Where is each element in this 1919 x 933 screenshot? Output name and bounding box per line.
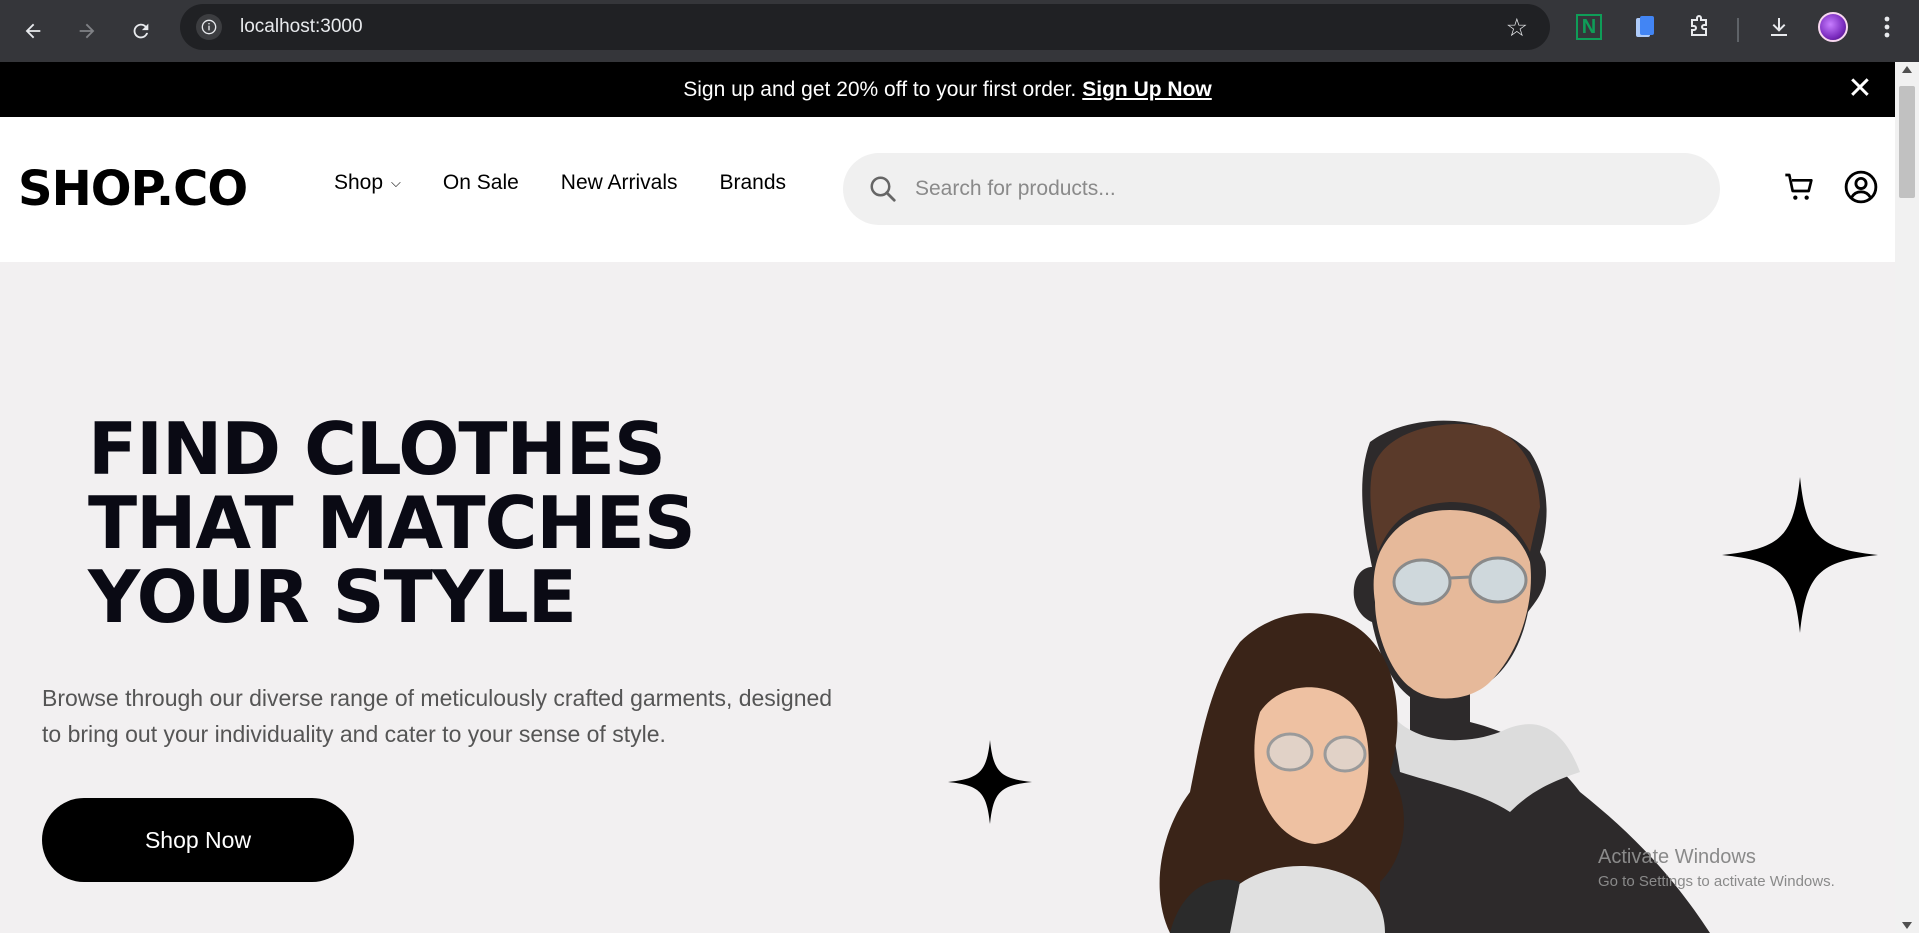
arrow-left-icon (25, 23, 41, 39)
site-info-icon[interactable] (196, 14, 222, 40)
hero-title-line: THAT MATCHES (88, 481, 696, 565)
site-header: SHOP.CO Shop ⌵ On Sale New Arrivals Bran… (0, 117, 1895, 262)
sparkle-icon (948, 740, 1032, 824)
reload-button[interactable] (114, 4, 168, 58)
address-bar[interactable]: localhost:3000 ☆ (180, 4, 1550, 50)
bookmark-star-icon[interactable]: ☆ (1506, 13, 1528, 42)
scroll-up-arrow-icon[interactable] (1902, 66, 1912, 73)
close-icon[interactable]: ✕ (1845, 74, 1875, 104)
back-button[interactable] (6, 4, 60, 58)
user-account-icon[interactable] (1841, 167, 1881, 207)
hero-title-line: FIND CLOTHES (88, 407, 666, 491)
nav-item-label: New Arrivals (560, 171, 678, 194)
search-icon (867, 173, 899, 205)
hero-section: FIND CLOTHES THAT MATCHES YOUR STYLE Bro… (0, 262, 1895, 933)
profile-avatar[interactable] (1816, 10, 1850, 44)
nav-item-label: Shop (334, 171, 384, 194)
page-viewport: Sign up and get 20% off to your first or… (0, 62, 1895, 933)
hero-description-line: to bring out your individuality and cate… (42, 721, 666, 747)
docs-extension-icon[interactable] (1628, 10, 1662, 44)
search-input[interactable] (915, 177, 1675, 201)
promo-text: Sign up and get 20% off to your first or… (683, 77, 1077, 101)
hero-description: Browse through our diverse range of meti… (42, 680, 872, 752)
site-logo[interactable]: SHOP.CO (18, 161, 248, 217)
n-extension-icon[interactable]: N (1572, 10, 1606, 44)
cart-icon[interactable] (1780, 167, 1820, 207)
puzzle-icon[interactable] (1682, 10, 1716, 44)
shop-now-button[interactable]: Shop Now (42, 798, 354, 882)
watermark-title: Activate Windows (1598, 846, 1756, 868)
hero-title-line: YOUR STYLE (88, 555, 577, 639)
hero-title: FIND CLOTHES THAT MATCHES YOUR STYLE (88, 407, 696, 639)
search-bar (843, 153, 1720, 225)
watermark-subtitle: Go to Settings to activate Windows. (1598, 873, 1835, 890)
nav-item-label: Brands (719, 171, 787, 194)
forward-button[interactable] (60, 4, 114, 58)
browser-toolbar: localhost:3000 ☆ N (0, 0, 1919, 62)
download-icon[interactable] (1762, 10, 1796, 44)
nav-item-on-sale[interactable]: On Sale (443, 171, 519, 195)
reload-icon (133, 23, 149, 39)
main-nav: Shop ⌵ On Sale New Arrivals Brands (334, 171, 828, 195)
url-text: localhost:3000 (240, 16, 363, 37)
nav-item-brands[interactable]: Brands (720, 171, 787, 195)
promo-banner: Sign up and get 20% off to your first or… (0, 62, 1895, 117)
sign-up-link[interactable]: Sign Up Now (1082, 78, 1212, 102)
page-scrollbar[interactable] (1895, 62, 1919, 933)
nav-item-shop[interactable]: Shop ⌵ (334, 171, 401, 195)
arrow-right-icon (79, 23, 95, 39)
activate-windows-watermark: Activate Windows Go to Settings to activ… (1598, 846, 1835, 890)
scrollbar-thumb[interactable] (1899, 86, 1915, 198)
nav-item-new-arrivals[interactable]: New Arrivals (561, 171, 678, 195)
scroll-down-arrow-icon[interactable] (1902, 922, 1912, 929)
kebab-menu-icon[interactable] (1870, 10, 1904, 44)
chevron-down-icon: ⌵ (391, 175, 401, 191)
toolbar-divider (1737, 18, 1739, 42)
sparkle-icon (1722, 477, 1878, 633)
nav-item-label: On Sale (442, 171, 519, 194)
hero-description-line: Browse through our diverse range of meti… (42, 685, 833, 711)
